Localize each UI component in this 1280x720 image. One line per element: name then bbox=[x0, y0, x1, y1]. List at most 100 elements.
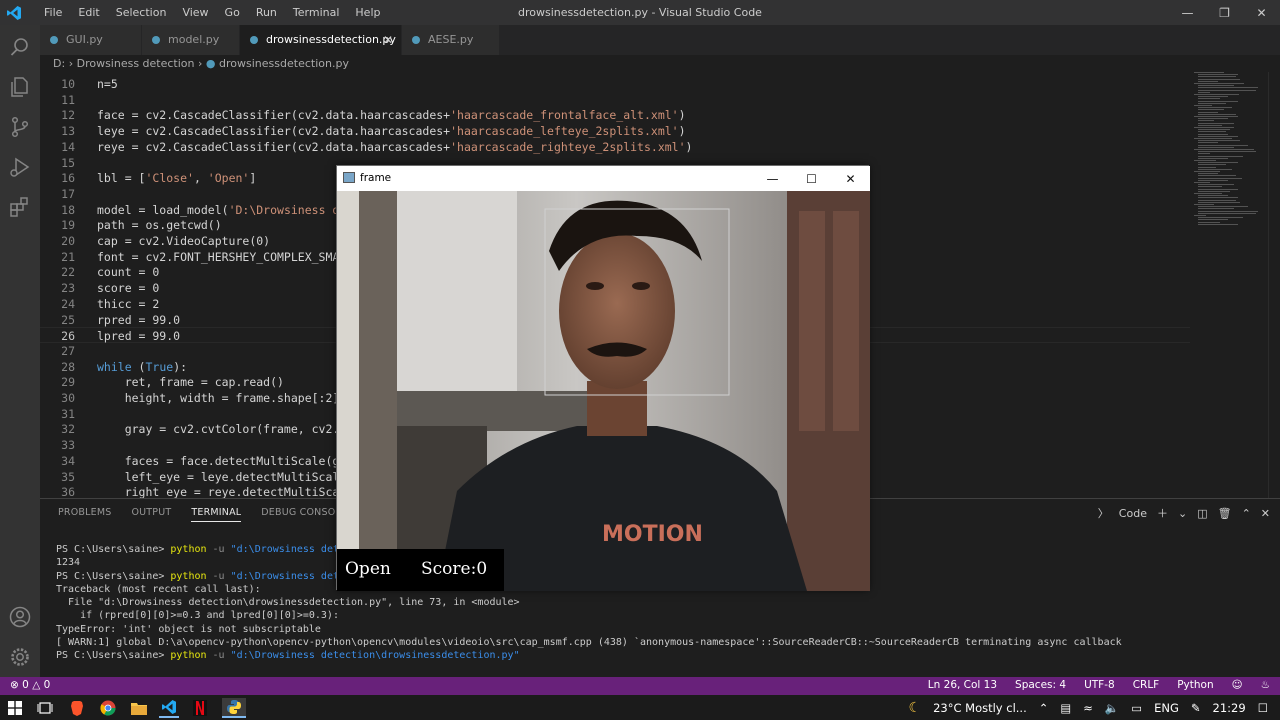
frame-maximize-button[interactable]: ☐ bbox=[792, 166, 831, 191]
terminal-prompt: PS C:\Users\saine> bbox=[56, 570, 171, 582]
minimap-line bbox=[1194, 105, 1212, 106]
minimap-line bbox=[1198, 142, 1218, 144]
minimap[interactable] bbox=[1190, 72, 1268, 498]
network-icon[interactable]: ▤ bbox=[1060, 701, 1071, 715]
code-line[interactable]: 10 n=5 bbox=[40, 76, 1190, 92]
volume-icon[interactable]: 🔈 bbox=[1105, 701, 1119, 715]
close-tab-icon[interactable]: ✕ bbox=[383, 25, 393, 55]
notification-center-icon[interactable]: ☐ bbox=[1258, 701, 1268, 715]
status-overlay: Open Score:0 bbox=[337, 549, 504, 591]
line-number: 13 bbox=[61, 124, 75, 139]
minimize-button[interactable]: — bbox=[1169, 0, 1206, 25]
chevron-up-icon[interactable]: ⌃ bbox=[1242, 507, 1251, 520]
wifi-icon[interactable]: ≈ bbox=[1083, 701, 1093, 715]
tab-problems[interactable]: PROBLEMS bbox=[58, 507, 111, 522]
language-indicator[interactable]: ENG bbox=[1154, 701, 1179, 715]
code-line[interactable]: 12 face = cv2.CascadeClassifier(cv2.data.… bbox=[40, 107, 1190, 123]
weather-moon-icon[interactable]: ☾ bbox=[909, 700, 922, 716]
shell-selector[interactable]: Code bbox=[1119, 507, 1147, 520]
tab-terminal[interactable]: TERMINAL bbox=[191, 507, 242, 522]
menu-view[interactable]: View bbox=[174, 6, 216, 20]
netflix-icon[interactable] bbox=[190, 698, 210, 718]
tab-output[interactable]: OUTPUT bbox=[131, 507, 171, 522]
search-icon[interactable] bbox=[8, 35, 32, 59]
status-bar: ⊗ 0 △ 0 Ln 26, Col 13 Spaces: 4 UTF-8 CR… bbox=[0, 677, 1280, 695]
windows-start-icon[interactable] bbox=[5, 698, 25, 718]
brave-browser-icon[interactable] bbox=[67, 698, 87, 718]
feedback-icon[interactable]: ☺ bbox=[1232, 679, 1243, 691]
python-file-icon: ● bbox=[205, 57, 216, 70]
run-debug-icon[interactable] bbox=[8, 155, 32, 179]
close-button[interactable]: ✕ bbox=[1243, 0, 1280, 25]
pen-icon[interactable]: ✎ bbox=[1191, 701, 1201, 715]
split-terminal-icon[interactable]: ◫ bbox=[1197, 507, 1207, 520]
minimap-line bbox=[1194, 116, 1238, 117]
language-mode[interactable]: Python bbox=[1177, 679, 1213, 691]
warning-count: 0 bbox=[43, 679, 51, 691]
breadcrumb-file[interactable]: drowsinessdetection.py bbox=[219, 57, 349, 70]
frame-close-button[interactable]: ✕ bbox=[831, 166, 870, 191]
problems-status[interactable]: ⊗ 0 △ 0 bbox=[10, 679, 50, 691]
menu-go[interactable]: Go bbox=[217, 6, 248, 20]
tab-label: model.py bbox=[168, 33, 220, 46]
task-view-icon[interactable] bbox=[35, 698, 55, 718]
notifications-bell-icon[interactable]: ♨ bbox=[1261, 679, 1270, 691]
new-terminal-icon[interactable]: ＋ bbox=[1157, 505, 1168, 521]
extensions-icon[interactable] bbox=[8, 195, 32, 219]
account-icon[interactable] bbox=[8, 605, 32, 629]
breadcrumb-folder[interactable]: Drowsiness detection bbox=[77, 57, 195, 70]
vscode-taskbar-icon[interactable] bbox=[159, 698, 179, 718]
chrome-icon[interactable] bbox=[98, 698, 118, 718]
menu-terminal[interactable]: Terminal bbox=[285, 6, 348, 20]
line-number: 34 bbox=[61, 453, 75, 468]
tab-model[interactable]: model.py bbox=[142, 25, 240, 55]
frame-minimize-button[interactable]: — bbox=[753, 166, 792, 191]
frame-title-bar[interactable]: frame — ☐ ✕ bbox=[337, 166, 870, 191]
encoding[interactable]: UTF-8 bbox=[1084, 679, 1115, 691]
maximize-button[interactable]: ❐ bbox=[1206, 0, 1243, 25]
minimap-line bbox=[1198, 151, 1256, 153]
file-explorer-icon[interactable] bbox=[129, 698, 149, 718]
opencv-frame-window[interactable]: frame — ☐ ✕ MOTION Open Score:0 bbox=[336, 165, 870, 591]
menu-run[interactable]: Run bbox=[248, 6, 285, 20]
menu-file[interactable]: File bbox=[36, 6, 70, 20]
terminal-prompt: PS C:\Users\saine> bbox=[56, 544, 171, 555]
battery-icon[interactable]: ▭ bbox=[1131, 701, 1142, 715]
chevron-up-icon[interactable]: ⌃ bbox=[1039, 701, 1049, 715]
minimap-line bbox=[1194, 193, 1222, 194]
minimap-line bbox=[1198, 118, 1228, 120]
source-control-icon[interactable] bbox=[8, 115, 32, 139]
line-number: 16 bbox=[61, 171, 75, 186]
breadcrumb-drive[interactable]: D: bbox=[53, 57, 65, 70]
chevron-down-icon[interactable]: ⌄ bbox=[1178, 507, 1187, 520]
indentation[interactable]: Spaces: 4 bbox=[1015, 679, 1066, 691]
editor-scrollbar[interactable] bbox=[1268, 72, 1280, 498]
tab-drowsinessdetection[interactable]: drowsinessdetection.py ✕ bbox=[240, 25, 402, 55]
settings-gear-icon[interactable] bbox=[8, 645, 32, 669]
terminal-icon: 〉 bbox=[1097, 507, 1109, 520]
terminal-out: if (rpred[0][0]>=0.3 and lpred[0][0]>=0.… bbox=[56, 610, 339, 622]
menu-edit[interactable]: Edit bbox=[70, 6, 107, 20]
minimap-line bbox=[1194, 94, 1239, 95]
clock[interactable]: 21:29 bbox=[1213, 701, 1246, 715]
tab-debug-console[interactable]: DEBUG CONSOLE bbox=[261, 507, 347, 522]
panel-actions: 〉 Code ＋ ⌄ ◫ 🗑 ⌃ ✕ bbox=[1098, 505, 1270, 521]
menu-selection[interactable]: Selection bbox=[108, 6, 175, 20]
webcam-video-feed: MOTION Open Score:0 bbox=[337, 191, 870, 591]
minimap-line bbox=[1194, 171, 1220, 172]
tab-gui[interactable]: GUI.py bbox=[40, 25, 142, 55]
cursor-position[interactable]: Ln 26, Col 13 bbox=[928, 679, 997, 691]
tab-aese[interactable]: AESE.py bbox=[402, 25, 500, 55]
code-text: rpred = 99.0 bbox=[97, 312, 181, 327]
close-panel-icon[interactable]: ✕ bbox=[1261, 507, 1270, 520]
code-line[interactable]: 13 leye = cv2.CascadeClassifier(cv2.data.… bbox=[40, 123, 1190, 139]
menu-help[interactable]: Help bbox=[347, 6, 388, 20]
explorer-icon[interactable] bbox=[8, 75, 32, 99]
line-number: 22 bbox=[61, 265, 75, 280]
python-taskbar-icon[interactable] bbox=[222, 698, 246, 718]
code-line[interactable]: 11 bbox=[40, 92, 1190, 108]
end-of-line[interactable]: CRLF bbox=[1133, 679, 1160, 691]
code-line[interactable]: 14 reye = cv2.CascadeClassifier(cv2.data.… bbox=[40, 139, 1190, 155]
weather-text[interactable]: 23°C Mostly cl... bbox=[933, 701, 1027, 715]
trash-icon[interactable]: 🗑 bbox=[1218, 507, 1232, 520]
